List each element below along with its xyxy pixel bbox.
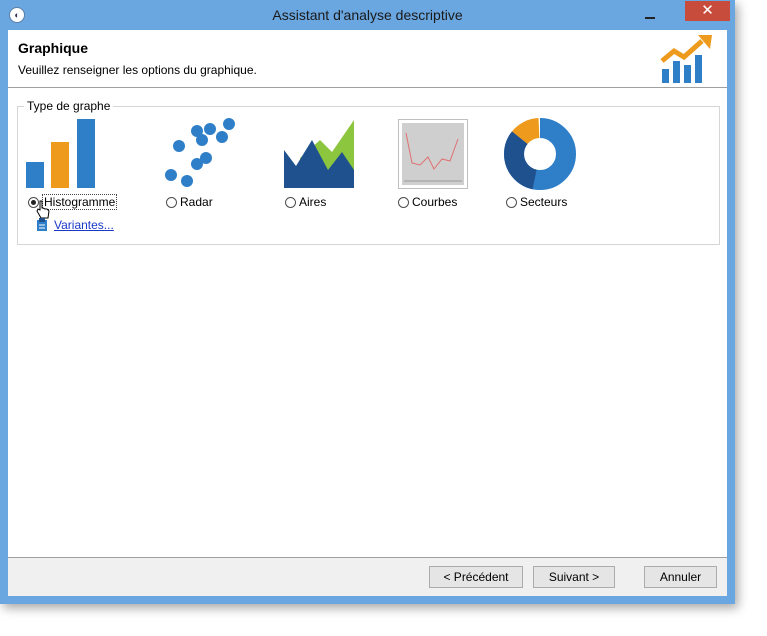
chart-type-group: Type de graphe <box>17 99 720 245</box>
page-subtitle: Veuillez renseigner les options du graph… <box>18 63 257 77</box>
radio-label-aires[interactable]: Aires <box>299 195 326 209</box>
radio-aires[interactable]: Aires <box>285 194 326 210</box>
radio-label-radar[interactable]: Radar <box>180 195 213 209</box>
radio-circle[interactable] <box>506 196 517 208</box>
page-title: Graphique <box>18 40 89 56</box>
radar-scatter-icon[interactable] <box>162 118 238 190</box>
minimize-button[interactable] <box>637 6 663 24</box>
dialog-window: ◐ Assistant d'analyse descriptive ✕ Grap… <box>0 0 735 604</box>
radio-courbes[interactable]: Courbes <box>398 194 457 210</box>
wizard-header: Graphique Veuillez renseigner les option… <box>8 30 727 88</box>
radio-label-secteurs[interactable]: Secteurs <box>520 195 567 209</box>
cancel-button[interactable]: Annuler <box>644 566 717 588</box>
radio-secteurs[interactable]: Secteurs <box>506 194 567 210</box>
variantes-link[interactable]: Variantes... <box>54 218 114 232</box>
donut-chart-icon[interactable] <box>504 118 576 190</box>
radio-label-histogramme[interactable]: Histogramme <box>42 194 118 210</box>
chart-trend-icon <box>660 35 712 83</box>
radio-circle[interactable] <box>166 196 177 208</box>
window-title: Assistant d'analyse descriptive <box>272 7 463 23</box>
wizard-footer: < Précédent Suivant > Annuler <box>8 558 727 596</box>
radio-label-courbes[interactable]: Courbes <box>412 195 457 209</box>
area-chart-icon[interactable] <box>282 118 356 190</box>
next-button[interactable]: Suivant > <box>533 566 615 588</box>
radio-radar[interactable]: Radar <box>166 194 213 210</box>
radio-circle[interactable] <box>398 196 409 208</box>
variantes-link-row[interactable]: Variantes... <box>36 218 114 232</box>
histogram-icon[interactable] <box>24 118 98 190</box>
clipboard-icon <box>37 218 47 231</box>
group-label: Type de graphe <box>24 99 114 113</box>
hand-cursor-icon <box>36 200 50 219</box>
line-chart-icon[interactable] <box>398 119 468 189</box>
close-button[interactable]: ✕ <box>685 1 730 21</box>
previous-button[interactable]: < Précédent <box>429 566 523 588</box>
radio-circle[interactable] <box>285 196 296 208</box>
dialog-client: Graphique Veuillez renseigner les option… <box>8 30 727 596</box>
title-bar[interactable]: ◐ Assistant d'analyse descriptive ✕ <box>0 0 735 30</box>
